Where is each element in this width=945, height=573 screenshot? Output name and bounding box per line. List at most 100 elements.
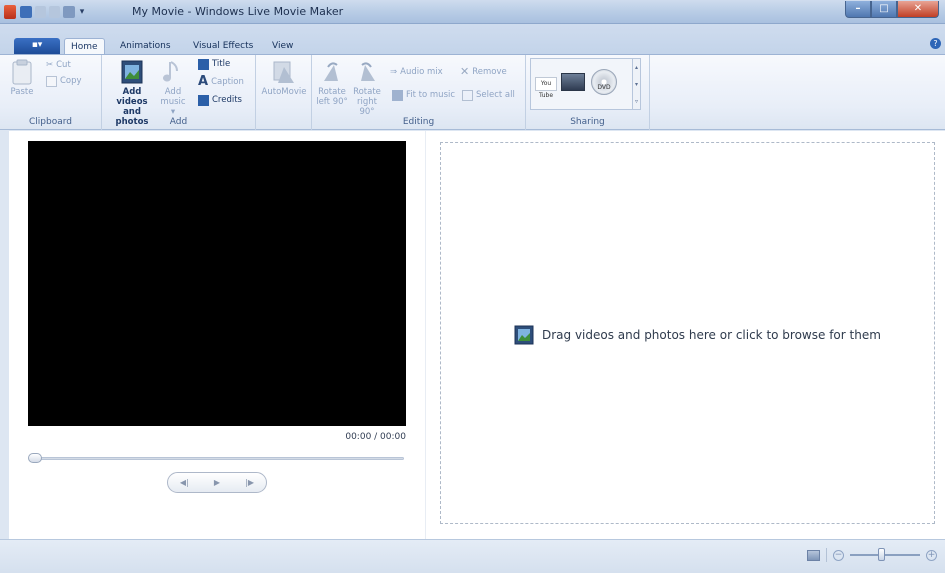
credits-icon — [198, 94, 209, 106]
seek-bar[interactable] — [30, 457, 404, 460]
credits-button[interactable]: Credits — [198, 94, 242, 106]
audio-mix-label: Audio mix — [400, 67, 443, 77]
rotate-left-icon — [324, 62, 338, 81]
clipboard-group-label: Clipboard — [29, 117, 72, 127]
gallery-more-icon[interactable]: ▿ — [633, 93, 640, 110]
select-all-label: Select all — [476, 90, 515, 100]
pane-divider[interactable] — [425, 131, 426, 539]
window-controls: – □ ✕ — [845, 1, 939, 18]
app-menu-button[interactable]: ▪▾ — [14, 38, 60, 54]
rotate-left-button[interactable]: Rotate left 90° — [316, 59, 348, 107]
video-preview[interactable] — [28, 141, 406, 426]
title-icon — [198, 58, 209, 70]
credits-label: Credits — [212, 95, 242, 105]
fit-to-music-label: Fit to music — [406, 90, 456, 100]
zoom-slider[interactable] — [850, 548, 920, 561]
tab-animations[interactable]: Animations — [114, 38, 177, 55]
drop-message-text: Drag videos and photos here or click to … — [542, 328, 881, 342]
caption-icon: A — [198, 74, 209, 89]
undo-icon[interactable] — [35, 6, 46, 18]
next-frame-button[interactable]: |▶ — [235, 473, 265, 492]
minimize-button[interactable]: – — [845, 1, 871, 18]
copy-label: Copy — [60, 76, 82, 86]
sharing-gallery: You Tube DVD — [530, 58, 634, 110]
remove-button[interactable]: ✕ Remove — [460, 66, 507, 78]
zoom-in-button[interactable]: + — [926, 549, 937, 561]
zoom-slider-thumb[interactable] — [878, 548, 886, 561]
fit-to-music-icon — [392, 89, 403, 101]
automovie-label: AutoMovie — [261, 87, 307, 97]
tab-home[interactable]: Home — [64, 38, 105, 55]
copy-button[interactable]: Copy — [46, 75, 82, 87]
rotate-right-icon — [361, 62, 375, 81]
status-separator — [826, 548, 827, 562]
drop-message[interactable]: Drag videos and photos here or click to … — [514, 325, 881, 345]
gallery-down-icon[interactable]: ▾ — [633, 76, 640, 93]
title-button[interactable]: Title — [198, 58, 230, 70]
maximize-button[interactable]: □ — [871, 1, 897, 18]
fit-to-music-button[interactable]: Fit to music — [392, 89, 455, 101]
add-music-label-1: Add — [164, 87, 182, 97]
rotate-right-label-2: right 90° — [357, 97, 377, 117]
cut-button[interactable]: ✂ Cut — [46, 59, 71, 71]
playback-controls: ◀| ▶ |▶ — [167, 472, 267, 493]
thumbnail-size-icon[interactable] — [807, 549, 820, 561]
paste-button[interactable]: Paste — [4, 59, 40, 97]
rotate-right-button[interactable]: Rotate right 90° — [350, 59, 384, 117]
gallery-scroll[interactable]: ▴ ▾ ▿ — [632, 58, 641, 110]
music-note-icon — [163, 61, 178, 82]
dvd-icon[interactable]: DVD — [591, 69, 617, 95]
add-group-label: Add — [169, 117, 188, 127]
close-button[interactable]: ✕ — [897, 1, 939, 18]
zoom-controls: − + — [807, 548, 937, 562]
tab-view[interactable]: View — [266, 38, 299, 55]
add-videos-label-1: Add videos — [116, 87, 148, 107]
editing-group-label: Editing — [402, 117, 435, 127]
redo-icon[interactable] — [49, 6, 60, 18]
remove-label: Remove — [472, 67, 507, 77]
paste-icon — [12, 59, 32, 85]
window-title: My Movie - Windows Live Movie Maker — [132, 5, 344, 18]
scissors-icon: ✂ — [46, 60, 54, 70]
add-media-icon — [514, 325, 534, 345]
status-bar: − + — [0, 539, 945, 573]
select-all-button[interactable]: Select all — [462, 89, 515, 101]
youtube-icon[interactable]: You Tube — [535, 77, 557, 99]
publish-icon[interactable] — [63, 6, 75, 18]
audio-mix-button[interactable]: ⇒ Audio mix — [390, 66, 443, 78]
movie-maker-app-icon[interactable] — [4, 5, 16, 19]
play-button[interactable]: ▶ — [202, 473, 232, 492]
add-music-button[interactable]: Add music ▾ — [158, 59, 188, 117]
copy-icon — [46, 75, 57, 87]
automovie-button[interactable]: AutoMovie — [258, 59, 310, 97]
previous-frame-button[interactable]: ◀| — [169, 473, 199, 492]
customize-qat-icon[interactable]: ▾ — [78, 6, 86, 18]
quick-access-toolbar: ▾ — [20, 5, 86, 19]
cut-label: Cut — [56, 60, 71, 70]
caption-label: Caption — [211, 77, 244, 87]
remove-icon: ✕ — [460, 65, 470, 78]
ribbon-tab-row: ▪▾ Home Animations Visual Effects View ? — [0, 24, 945, 55]
rotate-left-label-1: Rotate — [318, 87, 346, 97]
computer-screen-icon[interactable] — [561, 73, 585, 91]
ribbon: Paste ✂ Cut Copy Clipboard Add videos an… — [0, 54, 945, 130]
save-icon[interactable] — [20, 6, 32, 18]
clipboard-group: Paste ✂ Cut Copy Clipboard — [0, 55, 102, 130]
automovie-icon — [273, 61, 294, 83]
title-bar: ▾ My Movie - Windows Live Movie Maker – … — [0, 0, 945, 24]
caption-button[interactable]: A Caption — [198, 74, 244, 89]
gallery-up-icon[interactable]: ▴ — [633, 59, 640, 76]
sharing-group: You Tube DVD ▴ ▾ ▿ Sharing — [526, 55, 650, 130]
add-music-label-2: music ▾ — [160, 97, 186, 117]
tab-visual-effects[interactable]: Visual Effects — [187, 38, 259, 55]
zoom-out-button[interactable]: − — [833, 549, 844, 561]
sharing-group-label: Sharing — [570, 117, 605, 127]
left-window-edge — [0, 131, 9, 539]
audio-mix-icon: ⇒ — [390, 67, 398, 77]
editing-group: Rotate left 90° Rotate right 90° ⇒ Audio… — [312, 55, 526, 130]
add-videos-photos-icon — [121, 60, 143, 84]
help-icon[interactable]: ? — [930, 38, 941, 49]
seek-thumb[interactable] — [28, 453, 42, 463]
title-label: Title — [212, 59, 231, 69]
paste-label: Paste — [10, 87, 34, 97]
